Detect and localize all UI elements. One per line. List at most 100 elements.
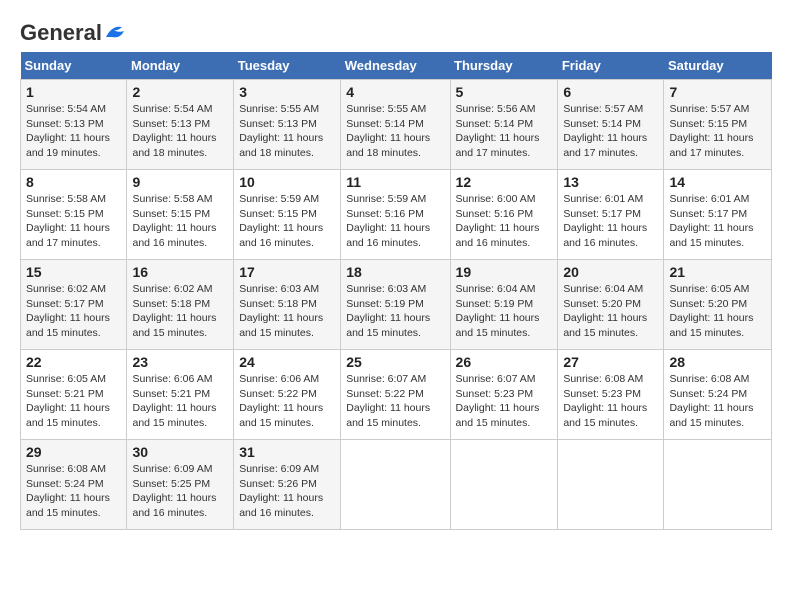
- calendar-cell: [450, 440, 558, 530]
- calendar-cell: 10 Sunrise: 5:59 AMSunset: 5:15 PMDaylig…: [234, 170, 341, 260]
- day-number: 8: [26, 174, 121, 190]
- calendar-cell: 6 Sunrise: 5:57 AMSunset: 5:14 PMDayligh…: [558, 80, 664, 170]
- day-number: 6: [563, 84, 658, 100]
- weekday-header-sunday: Sunday: [21, 52, 127, 80]
- calendar-cell: 8 Sunrise: 5:58 AMSunset: 5:15 PMDayligh…: [21, 170, 127, 260]
- day-number: 2: [132, 84, 228, 100]
- calendar-cell: 4 Sunrise: 5:55 AMSunset: 5:14 PMDayligh…: [341, 80, 450, 170]
- calendar-cell: 27 Sunrise: 6:08 AMSunset: 5:23 PMDaylig…: [558, 350, 664, 440]
- day-number: 5: [456, 84, 553, 100]
- logo-general: General: [20, 20, 102, 46]
- day-info: Sunrise: 6:03 AMSunset: 5:19 PMDaylight:…: [346, 283, 430, 339]
- day-info: Sunrise: 6:01 AMSunset: 5:17 PMDaylight:…: [563, 193, 647, 249]
- day-info: Sunrise: 6:08 AMSunset: 5:23 PMDaylight:…: [563, 373, 647, 429]
- day-number: 25: [346, 354, 444, 370]
- day-number: 4: [346, 84, 444, 100]
- day-info: Sunrise: 6:05 AMSunset: 5:21 PMDaylight:…: [26, 373, 110, 429]
- weekday-header-friday: Friday: [558, 52, 664, 80]
- day-info: Sunrise: 6:02 AMSunset: 5:18 PMDaylight:…: [132, 283, 216, 339]
- day-number: 27: [563, 354, 658, 370]
- day-number: 14: [669, 174, 766, 190]
- day-info: Sunrise: 5:54 AMSunset: 5:13 PMDaylight:…: [26, 103, 110, 159]
- day-number: 9: [132, 174, 228, 190]
- day-info: Sunrise: 5:56 AMSunset: 5:14 PMDaylight:…: [456, 103, 540, 159]
- calendar-cell: 25 Sunrise: 6:07 AMSunset: 5:22 PMDaylig…: [341, 350, 450, 440]
- calendar-cell: 7 Sunrise: 5:57 AMSunset: 5:15 PMDayligh…: [664, 80, 772, 170]
- calendar-cell: 29 Sunrise: 6:08 AMSunset: 5:24 PMDaylig…: [21, 440, 127, 530]
- day-info: Sunrise: 6:09 AMSunset: 5:25 PMDaylight:…: [132, 463, 216, 519]
- calendar-cell: 17 Sunrise: 6:03 AMSunset: 5:18 PMDaylig…: [234, 260, 341, 350]
- calendar-cell: 15 Sunrise: 6:02 AMSunset: 5:17 PMDaylig…: [21, 260, 127, 350]
- day-number: 16: [132, 264, 228, 280]
- day-number: 15: [26, 264, 121, 280]
- calendar-cell: [341, 440, 450, 530]
- calendar-cell: 13 Sunrise: 6:01 AMSunset: 5:17 PMDaylig…: [558, 170, 664, 260]
- calendar-cell: 14 Sunrise: 6:01 AMSunset: 5:17 PMDaylig…: [664, 170, 772, 260]
- day-number: 21: [669, 264, 766, 280]
- day-number: 19: [456, 264, 553, 280]
- day-number: 20: [563, 264, 658, 280]
- day-number: 28: [669, 354, 766, 370]
- page-header: General: [20, 20, 772, 42]
- day-info: Sunrise: 5:55 AMSunset: 5:13 PMDaylight:…: [239, 103, 323, 159]
- day-number: 22: [26, 354, 121, 370]
- calendar-cell: 11 Sunrise: 5:59 AMSunset: 5:16 PMDaylig…: [341, 170, 450, 260]
- calendar-cell: 19 Sunrise: 6:04 AMSunset: 5:19 PMDaylig…: [450, 260, 558, 350]
- calendar-cell: 26 Sunrise: 6:07 AMSunset: 5:23 PMDaylig…: [450, 350, 558, 440]
- day-info: Sunrise: 6:04 AMSunset: 5:19 PMDaylight:…: [456, 283, 540, 339]
- calendar-cell: 2 Sunrise: 5:54 AMSunset: 5:13 PMDayligh…: [127, 80, 234, 170]
- day-number: 11: [346, 174, 444, 190]
- weekday-header-tuesday: Tuesday: [234, 52, 341, 80]
- day-info: Sunrise: 6:02 AMSunset: 5:17 PMDaylight:…: [26, 283, 110, 339]
- day-number: 24: [239, 354, 335, 370]
- day-number: 7: [669, 84, 766, 100]
- day-number: 26: [456, 354, 553, 370]
- day-info: Sunrise: 6:00 AMSunset: 5:16 PMDaylight:…: [456, 193, 540, 249]
- day-info: Sunrise: 6:04 AMSunset: 5:20 PMDaylight:…: [563, 283, 647, 339]
- weekday-header-wednesday: Wednesday: [341, 52, 450, 80]
- calendar-cell: 3 Sunrise: 5:55 AMSunset: 5:13 PMDayligh…: [234, 80, 341, 170]
- calendar-cell: 16 Sunrise: 6:02 AMSunset: 5:18 PMDaylig…: [127, 260, 234, 350]
- day-info: Sunrise: 6:06 AMSunset: 5:21 PMDaylight:…: [132, 373, 216, 429]
- calendar-cell: 28 Sunrise: 6:08 AMSunset: 5:24 PMDaylig…: [664, 350, 772, 440]
- day-info: Sunrise: 6:07 AMSunset: 5:23 PMDaylight:…: [456, 373, 540, 429]
- calendar-cell: 24 Sunrise: 6:06 AMSunset: 5:22 PMDaylig…: [234, 350, 341, 440]
- calendar-cell: 22 Sunrise: 6:05 AMSunset: 5:21 PMDaylig…: [21, 350, 127, 440]
- calendar-cell: 5 Sunrise: 5:56 AMSunset: 5:14 PMDayligh…: [450, 80, 558, 170]
- day-number: 31: [239, 444, 335, 460]
- day-info: Sunrise: 5:58 AMSunset: 5:15 PMDaylight:…: [26, 193, 110, 249]
- logo-bird-icon: [104, 23, 126, 41]
- calendar-cell: 23 Sunrise: 6:06 AMSunset: 5:21 PMDaylig…: [127, 350, 234, 440]
- calendar-table: SundayMondayTuesdayWednesdayThursdayFrid…: [20, 52, 772, 530]
- day-number: 12: [456, 174, 553, 190]
- calendar-cell: 31 Sunrise: 6:09 AMSunset: 5:26 PMDaylig…: [234, 440, 341, 530]
- calendar-cell: 21 Sunrise: 6:05 AMSunset: 5:20 PMDaylig…: [664, 260, 772, 350]
- logo: General: [20, 20, 126, 42]
- day-info: Sunrise: 5:59 AMSunset: 5:16 PMDaylight:…: [346, 193, 430, 249]
- day-info: Sunrise: 6:05 AMSunset: 5:20 PMDaylight:…: [669, 283, 753, 339]
- weekday-header-saturday: Saturday: [664, 52, 772, 80]
- day-number: 3: [239, 84, 335, 100]
- day-info: Sunrise: 6:08 AMSunset: 5:24 PMDaylight:…: [26, 463, 110, 519]
- day-info: Sunrise: 5:59 AMSunset: 5:15 PMDaylight:…: [239, 193, 323, 249]
- calendar-cell: 1 Sunrise: 5:54 AMSunset: 5:13 PMDayligh…: [21, 80, 127, 170]
- day-info: Sunrise: 5:57 AMSunset: 5:14 PMDaylight:…: [563, 103, 647, 159]
- day-number: 10: [239, 174, 335, 190]
- day-number: 1: [26, 84, 121, 100]
- day-info: Sunrise: 6:07 AMSunset: 5:22 PMDaylight:…: [346, 373, 430, 429]
- calendar-cell: 18 Sunrise: 6:03 AMSunset: 5:19 PMDaylig…: [341, 260, 450, 350]
- calendar-cell: 20 Sunrise: 6:04 AMSunset: 5:20 PMDaylig…: [558, 260, 664, 350]
- calendar-cell: 30 Sunrise: 6:09 AMSunset: 5:25 PMDaylig…: [127, 440, 234, 530]
- day-info: Sunrise: 6:09 AMSunset: 5:26 PMDaylight:…: [239, 463, 323, 519]
- day-number: 17: [239, 264, 335, 280]
- day-number: 29: [26, 444, 121, 460]
- calendar-cell: [558, 440, 664, 530]
- day-info: Sunrise: 6:01 AMSunset: 5:17 PMDaylight:…: [669, 193, 753, 249]
- calendar-cell: [664, 440, 772, 530]
- day-number: 13: [563, 174, 658, 190]
- day-number: 30: [132, 444, 228, 460]
- weekday-header-thursday: Thursday: [450, 52, 558, 80]
- day-info: Sunrise: 6:06 AMSunset: 5:22 PMDaylight:…: [239, 373, 323, 429]
- weekday-header-monday: Monday: [127, 52, 234, 80]
- day-info: Sunrise: 5:55 AMSunset: 5:14 PMDaylight:…: [346, 103, 430, 159]
